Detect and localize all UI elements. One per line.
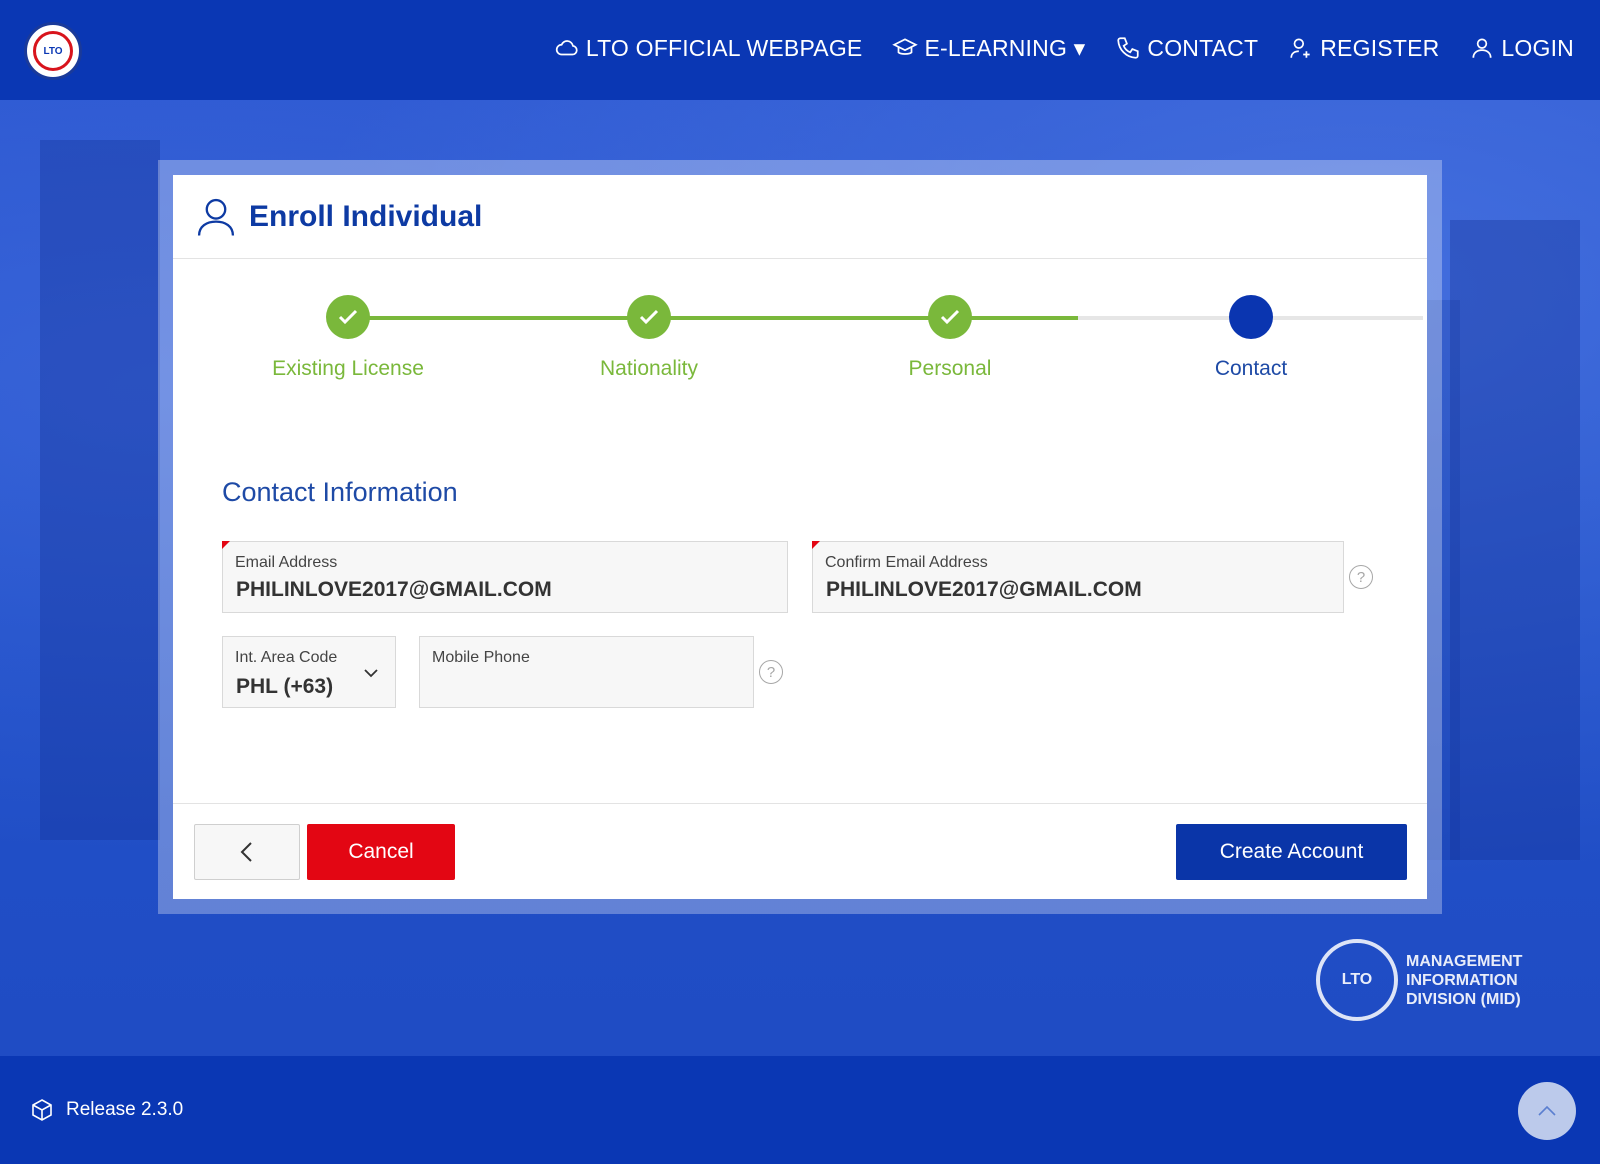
chevron-left-icon <box>240 842 252 862</box>
background-building <box>40 140 160 840</box>
area-code-select[interactable]: Int. Area Code PHL (+63) <box>222 636 396 708</box>
step-label: Personal <box>908 357 992 380</box>
field-label: Confirm Email Address <box>825 554 988 571</box>
step-personal[interactable]: Personal <box>840 295 1060 381</box>
back-button[interactable] <box>194 824 300 880</box>
check-icon <box>326 295 370 339</box>
step-label: Contact <box>1214 357 1288 380</box>
main-nav: LTO OFFICIAL WEBPAGE E-LEARNING ▾ CONTAC… <box>554 28 1574 68</box>
phone-icon <box>1117 37 1140 59</box>
step-existing-license[interactable]: Existing License <box>238 295 458 381</box>
mid-line: DIVISION (MID) <box>1406 990 1521 1008</box>
mid-line: INFORMATION <box>1406 971 1518 989</box>
nav-register[interactable]: REGISTER <box>1288 35 1439 62</box>
mid-line: MANAGEMENT <box>1406 952 1523 970</box>
help-icon[interactable]: ? <box>1349 565 1373 589</box>
help-icon[interactable]: ? <box>759 660 783 684</box>
current-step-dot <box>1229 295 1273 339</box>
field-value: PHILINLOVE2017@GMAIL.COM <box>826 578 1142 601</box>
mobile-phone-field[interactable]: Mobile Phone <box>419 636 754 708</box>
user-icon <box>1472 38 1492 58</box>
background-building <box>1450 220 1580 860</box>
required-marker <box>812 541 820 549</box>
release-version: Release 2.3.0 <box>66 1099 184 1120</box>
field-value: PHL (+63) <box>236 675 334 698</box>
progress-stepper: Existing License Nationality Personal Co… <box>173 295 1427 405</box>
top-navbar: LTO LTO OFFICIAL WEBPAGE E-LEARNING ▾ CO… <box>0 0 1600 100</box>
nav-lto-official-webpage[interactable]: LTO OFFICIAL WEBPAGE <box>554 35 863 62</box>
required-marker <box>222 541 230 549</box>
mid-emblem: LTO <box>1316 939 1398 1021</box>
nav-e-learning[interactable]: E-LEARNING ▾ <box>892 35 1085 62</box>
footer-bar: Release 2.3.0 <box>0 1056 1600 1164</box>
nav-label: E-LEARNING ▾ <box>924 34 1086 61</box>
graduation-cap-icon <box>892 38 919 55</box>
create-account-button[interactable]: Create Account <box>1176 824 1407 880</box>
card-header: Enroll Individual <box>173 175 1427 259</box>
scroll-to-top-button[interactable] <box>1518 1082 1576 1140</box>
package-icon <box>32 1099 52 1121</box>
cloud-icon <box>555 40 578 56</box>
cancel-button[interactable]: Cancel <box>307 824 455 880</box>
add-user-icon <box>1290 38 1310 58</box>
release-info: Release 2.3.0 <box>30 1098 183 1122</box>
field-label: Email Address <box>235 554 338 571</box>
field-value: PHILINLOVE2017@GMAIL.COM <box>236 578 552 601</box>
nav-login[interactable]: LOGIN <box>1469 35 1574 62</box>
chevron-up-icon <box>1538 1105 1556 1116</box>
step-nationality[interactable]: Nationality <box>539 295 759 381</box>
check-icon <box>627 295 671 339</box>
step-label: Existing License <box>272 357 424 380</box>
lto-logo[interactable]: LTO <box>24 22 82 80</box>
chevron-down-icon <box>364 669 378 678</box>
lto-logo-text: LTO <box>33 31 73 71</box>
confirm-email-field[interactable]: Confirm Email Address PHILINLOVE2017@GMA… <box>812 541 1344 613</box>
user-icon <box>197 198 235 236</box>
step-label: Nationality <box>599 357 699 380</box>
field-label: Int. Area Code <box>235 649 338 666</box>
check-icon <box>928 295 972 339</box>
email-field[interactable]: Email Address PHILINLOVE2017@GMAIL.COM <box>222 541 788 613</box>
nav-contact[interactable]: CONTACT <box>1115 35 1258 62</box>
nav-label: CONTACT <box>1147 34 1259 61</box>
step-contact[interactable]: Contact <box>1141 295 1361 381</box>
field-label: Mobile Phone <box>432 649 530 666</box>
page-title: Enroll Individual <box>249 199 483 233</box>
section-title: Contact Information <box>222 477 458 507</box>
nav-label: LOGIN <box>1501 34 1574 61</box>
mid-logo: LTO MANAGEMENT INFORMATION DIVISION (MID… <box>1316 930 1546 1030</box>
mid-text: MANAGEMENT INFORMATION DIVISION (MID) <box>1406 952 1522 1009</box>
nav-label: LTO OFFICIAL WEBPAGE <box>585 34 863 61</box>
nav-label: REGISTER <box>1320 34 1440 61</box>
enroll-card: Enroll Individual Existing License Natio… <box>173 175 1427 899</box>
card-footer: Cancel Create Account <box>173 803 1427 899</box>
